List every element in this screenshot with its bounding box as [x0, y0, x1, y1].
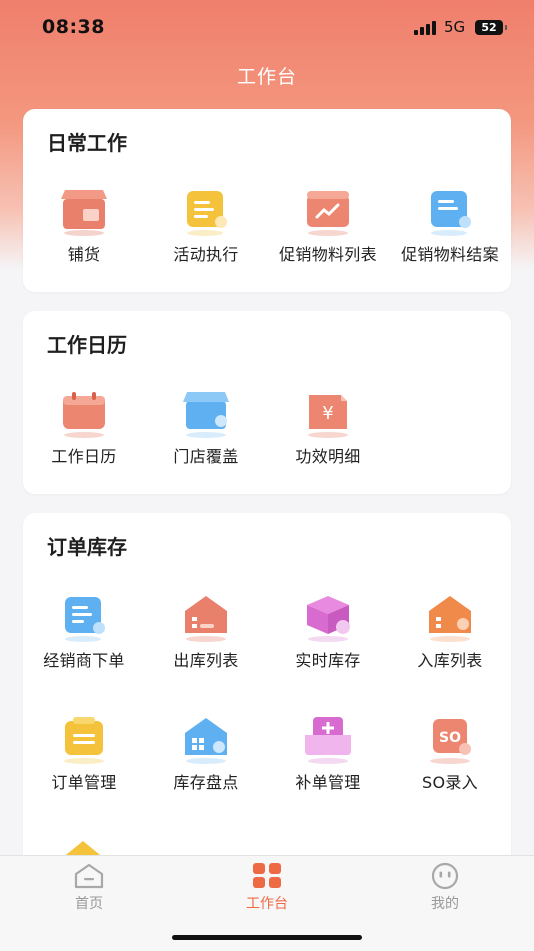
stock-check-icon: [185, 718, 227, 764]
item-label: 实时库存: [295, 651, 361, 670]
signal-icon: [414, 21, 438, 35]
item-label: 铺货: [67, 245, 101, 264]
so-entry-icon: SO: [430, 719, 471, 764]
work-calendar-button[interactable]: 工作日历: [23, 387, 145, 467]
activity-doc-icon: [187, 191, 227, 236]
order-manage-icon: [64, 717, 104, 764]
shop-icon: [61, 190, 107, 236]
grid-icon: [253, 863, 281, 888]
item-label: 促销物料结案: [401, 245, 499, 264]
shop-button[interactable]: 铺货: [23, 185, 145, 265]
home-indicator: [172, 935, 362, 940]
promo-material-close-button[interactable]: 促销物料结案: [389, 185, 511, 265]
item-label: 入库列表: [417, 651, 483, 670]
section-daily-work: 日常工作 铺货 活动执行 促销物料列表 促销物料结案: [23, 109, 511, 292]
realtime-stock-icon: [307, 596, 350, 642]
yuan-detail-icon: ¥: [308, 395, 348, 438]
item-label: 活动执行: [173, 245, 239, 264]
svg-text:¥: ¥: [322, 403, 333, 424]
item-label: 补单管理: [295, 773, 361, 792]
tab-label: 工作台: [246, 896, 288, 912]
item-label: 订单管理: [51, 773, 117, 792]
tab-label: 我的: [431, 896, 459, 912]
battery-icon: 52: [475, 20, 507, 35]
tab-label: 首页: [75, 896, 103, 912]
order-manage-button[interactable]: 订单管理: [23, 713, 145, 793]
status-bar: 08:38 5G 52: [0, 0, 534, 56]
tab-profile[interactable]: 我的: [395, 862, 495, 913]
stock-check-button[interactable]: 库存盘点: [145, 713, 267, 793]
item-label: 库存盘点: [173, 773, 239, 792]
dealer-order-button[interactable]: 经销商下单: [23, 591, 145, 671]
activity-execute-button[interactable]: 活动执行: [145, 185, 267, 265]
dealer-order-icon: [65, 597, 105, 642]
item-label: 出库列表: [173, 651, 239, 670]
item-label: 经销商下单: [43, 651, 125, 670]
effect-detail-button[interactable]: ¥ 功效明细: [267, 387, 389, 467]
reorder-icon: [305, 717, 351, 764]
inbound-warehouse-icon: [429, 596, 471, 642]
svg-text:SO: SO: [439, 730, 461, 746]
promo-close-doc-icon: [431, 191, 471, 236]
profile-face-icon: [431, 862, 459, 890]
reorder-manage-button[interactable]: 补单管理: [267, 713, 389, 793]
promo-material-list-button[interactable]: 促销物料列表: [267, 185, 389, 265]
network-type: 5G: [444, 18, 466, 36]
page-title: 工作台: [236, 66, 297, 88]
section-work-calendar: 工作日历 工作日历 门店覆盖 ¥ 功效明细: [23, 311, 511, 494]
store-coverage-button[interactable]: 门店覆盖: [145, 387, 267, 467]
calendar-icon: [63, 392, 105, 438]
tab-home[interactable]: 首页: [39, 862, 139, 913]
inbound-list-button[interactable]: 入库列表: [389, 591, 511, 671]
item-label: SO录入: [422, 773, 478, 792]
section-title: 工作日历: [47, 333, 127, 357]
section-order-stock: 订单库存 经销商下单 出库列表 实时库存 入库列表 订单管理 库存盘点 补单管理…: [23, 513, 511, 873]
outbound-warehouse-icon: [185, 596, 227, 642]
item-label: 门店覆盖: [173, 447, 239, 466]
item-label: 促销物料列表: [279, 245, 377, 264]
store-coverage-icon: [183, 392, 229, 438]
section-title: 日常工作: [47, 131, 127, 155]
home-icon: [74, 863, 104, 889]
realtime-stock-button[interactable]: 实时库存: [267, 591, 389, 671]
item-label: 功效明细: [295, 447, 361, 466]
status-time: 08:38: [42, 16, 105, 38]
tab-workbench[interactable]: 工作台: [217, 862, 317, 913]
item-label: 工作日历: [51, 447, 117, 466]
section-title: 订单库存: [47, 535, 127, 559]
promo-chart-icon: [307, 191, 349, 236]
outbound-list-button[interactable]: 出库列表: [145, 591, 267, 671]
so-entry-button[interactable]: SO SO录入: [389, 713, 511, 793]
